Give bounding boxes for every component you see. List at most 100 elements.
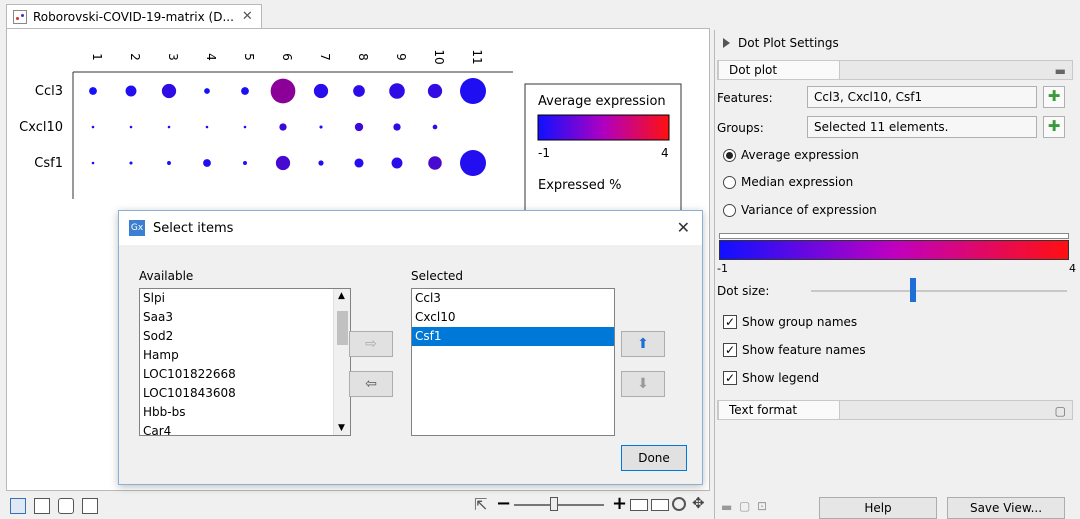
dot-mark (319, 125, 323, 129)
close-icon[interactable]: ✕ (242, 9, 253, 24)
list-item[interactable]: LOC101843608 (140, 384, 350, 403)
scroll-up-icon[interactable]: ▲ (338, 291, 345, 301)
radio-unchecked-icon[interactable] (723, 203, 736, 217)
notes-view-icon[interactable] (82, 498, 98, 514)
dot-mark (243, 161, 247, 165)
list-item[interactable]: Slpi (140, 289, 350, 308)
list-item[interactable]: Car4 (140, 422, 350, 435)
list-item[interactable]: Saa3 (140, 308, 350, 327)
save-view-button[interactable]: Save View... (947, 497, 1065, 519)
add-groups-button[interactable]: ✚ (1043, 116, 1065, 138)
restore-icon[interactable]: ▢ (739, 499, 750, 513)
checkbox-checked-icon[interactable]: ✓ (723, 315, 737, 329)
help-button[interactable]: Help (819, 497, 937, 519)
list-item[interactable]: LOC101822668 (140, 365, 350, 384)
show-feature-names-label: Show feature names (742, 343, 866, 357)
text-format-section-label: Text format (718, 400, 840, 420)
color-gradient[interactable] (719, 240, 1069, 260)
dot-mark (354, 122, 364, 132)
dot-mark (203, 159, 211, 167)
fit-width-icon[interactable] (630, 499, 648, 511)
expand-icon[interactable]: ▢ (1055, 404, 1066, 418)
pan-icon[interactable]: ✥ (692, 494, 705, 512)
scroll-down-icon[interactable]: ▼ (338, 423, 345, 433)
radio-unchecked-icon[interactable] (723, 175, 736, 189)
move-down-button[interactable]: ⬇ (621, 371, 665, 397)
done-button[interactable]: Done (621, 445, 687, 471)
zoom-100-icon[interactable] (651, 499, 669, 511)
dot-mark (393, 123, 401, 131)
dot-plot-section[interactable]: Dot plot ▬ (717, 60, 1073, 80)
history-view-icon[interactable] (58, 498, 74, 514)
row-label: Ccl3 (35, 84, 63, 99)
features-label: Features: (717, 91, 773, 105)
editor-tab[interactable]: Roborovski-COVID-19-matrix (D... ✕ (6, 4, 262, 28)
dot-size-slider[interactable] (811, 290, 1067, 292)
row-label: Csf1 (34, 156, 63, 171)
groups-label: Groups: (717, 121, 764, 135)
settings-panel-header[interactable]: Dot Plot Settings (715, 30, 1080, 56)
move-up-button[interactable]: ⬆ (621, 331, 665, 357)
column-label: 9 (394, 53, 408, 61)
dot-mark (161, 83, 177, 99)
close-icon[interactable]: ✕ (677, 218, 690, 237)
selected-list[interactable]: Ccl3 Cxcl10 Csf1 (411, 288, 615, 436)
list-item[interactable]: Hbb-bs (140, 403, 350, 422)
checkbox-checked-icon[interactable]: ✓ (723, 343, 737, 357)
dot-mark (318, 160, 324, 166)
minimize-icon[interactable]: ▬ (1055, 64, 1066, 78)
list-item[interactable]: Sod2 (140, 327, 350, 346)
show-feature-names-checkbox[interactable]: ✓ Show feature names (723, 343, 866, 357)
remove-from-selected-button[interactable]: ⇦ (349, 371, 393, 397)
list-item[interactable]: Cxcl10 (412, 308, 614, 327)
radio-variance-expression[interactable]: Variance of expression (723, 203, 877, 217)
text-format-section[interactable]: Text format ▢ (717, 400, 1073, 420)
dot-mark (427, 83, 443, 99)
radio-average-expression[interactable]: Average expression (723, 148, 859, 162)
radio-median-expression[interactable]: Median expression (723, 175, 853, 189)
zoom-slider-thumb[interactable] (550, 497, 558, 511)
radio-checked-icon[interactable] (723, 148, 736, 162)
available-list[interactable]: Slpi Saa3 Sod2 Hamp LOC101822668 LOC101843608… (139, 288, 351, 436)
list-item[interactable]: Hamp (140, 346, 350, 365)
gradient-handles[interactable] (719, 233, 1069, 239)
dot-mark (89, 87, 97, 95)
available-scrollbar[interactable]: ▲ ▼ (333, 289, 350, 435)
dot-mark (270, 78, 296, 104)
pointer-tool-icon[interactable]: ⇱ (474, 495, 487, 514)
zoom-in-icon[interactable]: + (612, 493, 627, 514)
add-features-button[interactable]: ✚ (1043, 86, 1065, 108)
zoom-selection-icon[interactable] (672, 497, 686, 511)
list-item[interactable]: Ccl3 (412, 289, 614, 308)
list-item[interactable]: Csf1 (412, 327, 614, 346)
add-to-selected-button[interactable]: ⇨ (349, 331, 393, 357)
dot-plot-view-icon[interactable] (10, 498, 26, 514)
show-group-names-checkbox[interactable]: ✓ Show group names (723, 315, 857, 329)
dot-mark (241, 87, 249, 95)
table-view-icon[interactable] (34, 498, 50, 514)
dot-size-label: Dot size: (717, 284, 770, 298)
row-label: Cxcl10 (19, 120, 63, 135)
dot-mark (129, 125, 133, 129)
zoom-out-icon[interactable]: − (496, 493, 511, 514)
float-icon[interactable]: ⊡ (757, 499, 767, 513)
column-label: 3 (166, 53, 180, 61)
checkbox-checked-icon[interactable]: ✓ (723, 371, 737, 385)
show-legend-checkbox[interactable]: ✓ Show legend (723, 371, 819, 385)
dot-size-slider-thumb[interactable] (910, 278, 917, 302)
zoom-slider[interactable] (514, 504, 604, 506)
column-label: 4 (204, 53, 218, 61)
collapse-icon[interactable] (723, 38, 730, 48)
settings-panel: Dot Plot Settings Dot plot ▬ Features: C… (714, 30, 1080, 519)
dot-plot-section-label: Dot plot (718, 60, 840, 80)
scroll-thumb[interactable] (337, 311, 348, 345)
features-field[interactable]: Ccl3, Cxcl10, Csf1 (807, 86, 1037, 108)
groups-field[interactable]: Selected 11 elements. (807, 116, 1037, 138)
legend-max: 4 (661, 146, 669, 160)
editor-tabstrip: Roborovski-COVID-19-matrix (D... ✕ (0, 0, 710, 28)
dialog-titlebar[interactable]: Gx Select items (119, 211, 702, 245)
dot-mark (389, 83, 405, 99)
dot-plot-icon (13, 9, 27, 24)
dot-mark (460, 78, 486, 104)
minimize-icon[interactable]: ▬ (721, 500, 732, 514)
